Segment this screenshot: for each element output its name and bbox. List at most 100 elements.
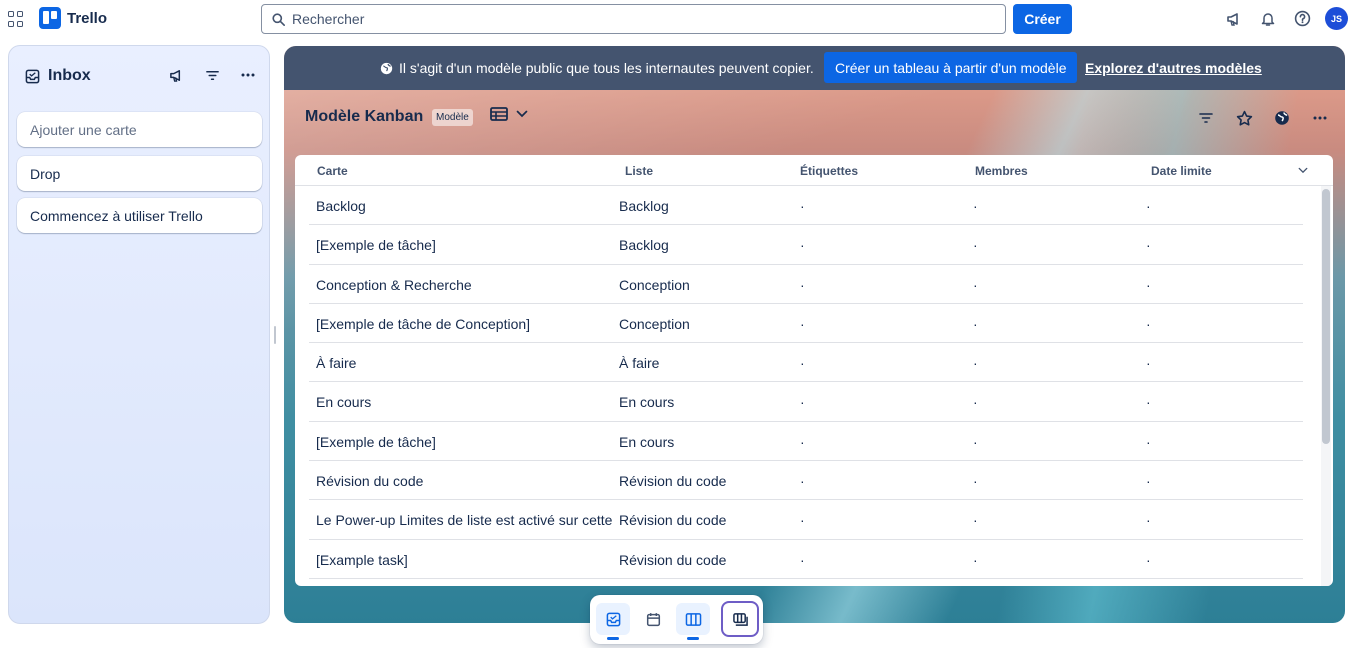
list-name-cell[interactable]: En cours [619,434,789,450]
inbox-header: Inbox [25,64,265,88]
top-navigation-bar: Trello Créer JS [0,0,1358,38]
list-name-cell[interactable]: Révision du code [619,512,789,528]
card-name-cell[interactable]: Le Power-up Limites de liste est activé … [316,512,614,528]
more-options-icon[interactable] [1309,107,1331,129]
switch-boards-button[interactable] [721,601,759,637]
members-cell[interactable]: · [973,355,978,371]
planner-view-button[interactable] [636,603,670,635]
due-date-cell[interactable]: · [1146,473,1151,489]
filter-icon[interactable] [201,64,223,86]
due-date-cell[interactable]: · [1146,277,1151,293]
card-name-cell[interactable]: [Exemple de tâche] [316,434,614,450]
create-button[interactable]: Créer [1013,4,1072,34]
column-header-due-date[interactable]: Date limite [1151,164,1212,178]
chevron-down-icon[interactable] [1298,167,1308,174]
table-row[interactable]: Le Power-up Limites de liste est activé … [309,500,1303,540]
labels-cell[interactable]: · [800,237,805,253]
table-row[interactable]: Conception & Recherche Conception · · · [309,265,1303,304]
inbox-card[interactable]: Commencez à utiliser Trello [17,198,262,233]
app-switcher-icon[interactable] [8,11,24,27]
table-row[interactable]: À faire À faire · · · [309,343,1303,383]
star-icon[interactable] [1233,107,1255,129]
due-date-cell[interactable]: · [1146,355,1151,371]
due-date-cell[interactable]: · [1146,198,1151,214]
megaphone-icon[interactable] [1223,8,1245,30]
list-name-cell[interactable]: Backlog [619,237,789,253]
globe-icon [380,62,393,74]
inbox-view-button[interactable] [596,603,630,640]
due-date-cell[interactable]: · [1146,434,1151,450]
view-switcher[interactable] [490,107,528,121]
help-icon[interactable] [1291,8,1313,30]
labels-cell[interactable]: · [800,512,805,528]
table-row[interactable]: [Exemple de tâche] Backlog · · · [309,225,1303,265]
list-name-cell[interactable]: Backlog [619,198,789,214]
card-name-cell[interactable]: [Exemple de tâche de Conception] [316,316,614,332]
user-avatar[interactable]: JS [1325,7,1348,30]
due-date-cell[interactable]: · [1146,552,1151,568]
members-cell[interactable]: · [973,434,978,450]
members-cell[interactable]: · [973,198,978,214]
card-name-cell[interactable]: [Exemple de tâche] [316,237,614,253]
table-row[interactable]: [Exemple de tâche] En cours · · · [309,422,1303,462]
board-title[interactable]: Modèle Kanban [305,108,423,126]
table-row[interactable]: [Exemple de tâche de Conception] Concepti… [309,304,1303,344]
board-view-button[interactable] [676,603,710,640]
table-scrollbar[interactable] [1322,189,1330,444]
table-row[interactable]: En cours En cours · · · [309,382,1303,422]
search-input[interactable] [292,11,972,27]
labels-cell[interactable]: · [800,473,805,489]
due-date-cell[interactable]: · [1146,237,1151,253]
labels-cell[interactable]: · [800,277,805,293]
add-card-input[interactable]: Ajouter une carte [17,112,262,147]
globe-icon[interactable] [1271,107,1293,129]
members-cell[interactable]: · [973,316,978,332]
card-name-cell[interactable]: Backlog [316,198,614,214]
search-box[interactable] [261,4,1006,34]
column-header-card[interactable]: Carte [317,164,348,178]
panel-resize-handle[interactable] [274,326,276,344]
members-cell[interactable]: · [973,552,978,568]
more-options-icon[interactable] [237,64,259,86]
members-cell[interactable]: · [973,277,978,293]
create-board-from-template-button[interactable]: Créer un tableau à partir d'un modèle [824,52,1078,83]
labels-cell[interactable]: · [800,394,805,410]
card-name-cell[interactable]: Révision du code [316,473,614,489]
card-name-cell[interactable]: [Example task] [316,552,614,568]
labels-cell[interactable]: · [800,355,805,371]
card-name-cell[interactable]: En cours [316,394,614,410]
inbox-card[interactable]: Drop [17,156,262,191]
due-date-cell[interactable]: · [1146,394,1151,410]
list-name-cell[interactable]: À faire [619,355,789,371]
column-header-list[interactable]: Liste [625,164,653,178]
board-icon [685,612,701,626]
notifications-bell-icon[interactable] [1257,8,1279,30]
due-date-cell[interactable]: · [1146,316,1151,332]
members-cell[interactable]: · [973,394,978,410]
table-view: Carte Liste Étiquettes Membres Date limi… [295,155,1333,586]
due-date-cell[interactable]: · [1146,512,1151,528]
labels-cell[interactable]: · [800,552,805,568]
table-row[interactable]: Backlog Backlog · · · [309,186,1303,226]
list-name-cell[interactable]: Conception [619,316,789,332]
list-name-cell[interactable]: Conception [619,277,789,293]
column-header-labels[interactable]: Étiquettes [800,164,858,178]
labels-cell[interactable]: · [800,434,805,450]
filter-icon[interactable] [1195,107,1217,129]
list-name-cell[interactable]: Révision du code [619,473,789,489]
trello-logo[interactable]: Trello [39,7,107,29]
members-cell[interactable]: · [973,473,978,489]
column-header-members[interactable]: Membres [975,164,1028,178]
labels-cell[interactable]: · [800,316,805,332]
explore-templates-link[interactable]: Explorez d'autres modèles [1085,60,1262,76]
card-name-cell[interactable]: Conception & Recherche [316,277,614,293]
list-name-cell[interactable]: En cours [619,394,789,410]
members-cell[interactable]: · [973,512,978,528]
table-row[interactable]: Révision du code Révision du code · · · [309,461,1303,501]
list-name-cell[interactable]: Révision du code [619,552,789,568]
card-name-cell[interactable]: À faire [316,355,614,371]
megaphone-icon[interactable] [165,64,187,86]
labels-cell[interactable]: · [800,198,805,214]
table-row[interactable]: [Example task] Révision du code · · · [309,540,1303,579]
members-cell[interactable]: · [973,237,978,253]
